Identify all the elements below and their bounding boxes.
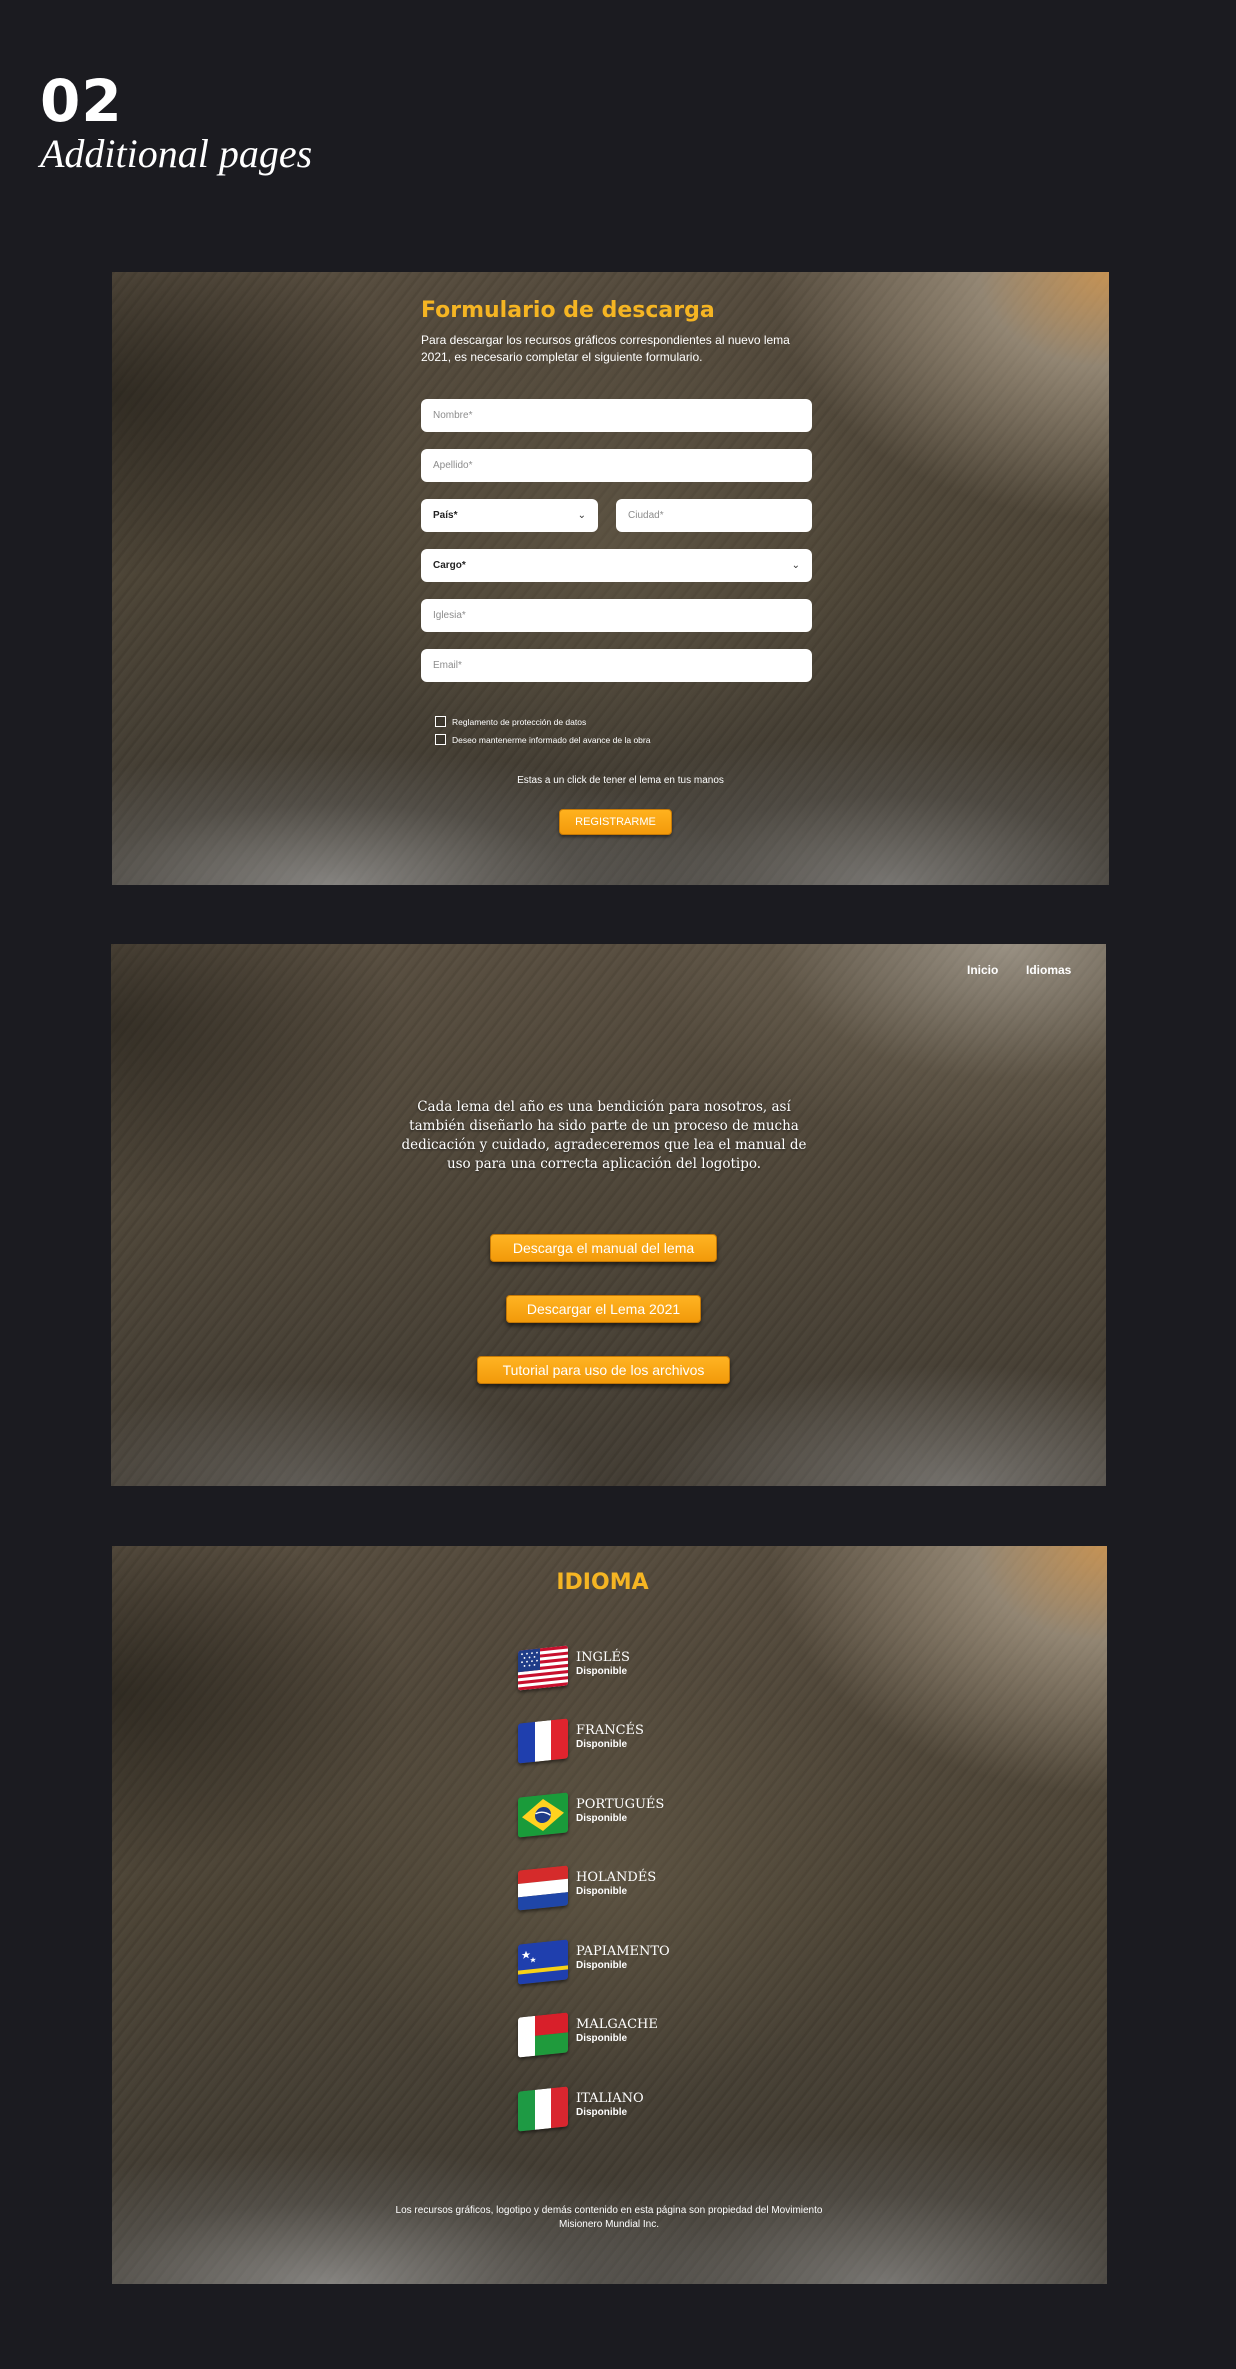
updates-label: Deseo mantenerme informado del avance de… — [452, 734, 651, 745]
email-placeholder: Email* — [433, 660, 462, 671]
language-item-italiano[interactable]: ITALIANO Disponible — [518, 2086, 718, 2137]
language-status: Disponible — [576, 1960, 628, 1971]
language-item-papiamento[interactable]: PAPIAMENTO Disponible — [518, 1939, 718, 1990]
chevron-down-icon: ⌄ — [791, 560, 800, 571]
language-page: IDIOMA INGLÉS Disponible FRANCÉS Disponi… — [112, 1546, 1107, 2284]
privacy-checkbox-row[interactable]: Reglamento de protección de datos — [435, 716, 586, 727]
language-name: ITALIANO — [576, 2091, 644, 2106]
nombre-field[interactable]: Nombre* — [421, 399, 812, 432]
language-name: HOLANDÉS — [576, 1870, 657, 1885]
download-page: Inicio Idiomas Cada lema del año es una … — [111, 944, 1106, 1486]
language-item-holandes[interactable]: HOLANDÉS Disponible — [518, 1865, 718, 1916]
footer-copyright: Los recursos gráficos, logotipo y demás … — [395, 2205, 823, 2230]
language-item-malgache[interactable]: MALGACHE Disponible — [518, 2012, 718, 2063]
flag-italy-icon — [518, 2086, 568, 2132]
flag-netherlands-icon — [518, 1865, 568, 1911]
chevron-down-icon: ⌄ — [577, 510, 586, 521]
ciudad-field[interactable]: Ciudad* — [616, 499, 812, 532]
pais-value: País* — [433, 510, 458, 521]
language-name: PAPIAMENTO — [576, 1944, 670, 1959]
language-status: Disponible — [576, 1666, 628, 1677]
nav-link-inicio[interactable]: Inicio — [967, 963, 998, 977]
flag-france-icon — [518, 1718, 568, 1764]
privacy-label: Reglamento de protección de datos — [452, 716, 587, 727]
language-item-portugues[interactable]: PORTUGUÉS Disponible — [518, 1792, 718, 1843]
cargo-value: Cargo* — [433, 560, 466, 571]
language-status: Disponible — [576, 1886, 628, 1897]
language-name: INGLÉS — [576, 1650, 630, 1665]
apellido-placeholder: Apellido* — [433, 460, 473, 471]
register-button[interactable]: REGISTRARME — [559, 809, 672, 835]
cta-text: Estas a un click de tener el lema en tus… — [517, 775, 724, 786]
updates-checkbox-row[interactable]: Deseo mantenerme informado del avance de… — [435, 734, 650, 745]
privacy-checkbox[interactable] — [435, 716, 446, 727]
section-subtitle: Additional pages — [40, 131, 313, 176]
section-number: 02 — [40, 67, 123, 135]
download-lema-button[interactable]: Descargar el Lema 2021 — [506, 1295, 701, 1323]
language-status: Disponible — [576, 2033, 628, 2044]
language-item-frances[interactable]: FRANCÉS Disponible — [518, 1718, 718, 1769]
iglesia-field[interactable]: Iglesia* — [421, 599, 812, 632]
cargo-select[interactable]: Cargo* ⌄ — [421, 549, 812, 582]
flag-brazil-icon — [518, 1792, 568, 1838]
language-status: Disponible — [576, 1739, 628, 1750]
download-message: Cada lema del año es una bendición para … — [401, 1099, 807, 1172]
apellido-field[interactable]: Apellido* — [421, 449, 812, 482]
iglesia-placeholder: Iglesia* — [433, 610, 466, 621]
flag-usa-icon — [518, 1645, 568, 1691]
updates-checkbox[interactable] — [435, 734, 446, 745]
email-field[interactable]: Email* — [421, 649, 812, 682]
language-title: IDIOMA — [556, 1570, 649, 1595]
pais-select[interactable]: País* ⌄ — [421, 499, 598, 532]
download-manual-button[interactable]: Descarga el manual del lema — [490, 1234, 717, 1262]
download-form-page: Formulario de descarga Para descargar lo… — [112, 272, 1109, 885]
form-title: Formulario de descarga — [421, 298, 715, 323]
language-name: PORTUGUÉS — [576, 1797, 665, 1812]
flag-curacao-icon — [518, 1939, 568, 1985]
language-status: Disponible — [576, 2107, 628, 2118]
language-name: MALGACHE — [576, 2017, 658, 2032]
nav-link-idiomas[interactable]: Idiomas — [1026, 963, 1071, 977]
language-item-ingles[interactable]: INGLÉS Disponible — [518, 1645, 718, 1696]
ciudad-placeholder: Ciudad* — [628, 510, 664, 521]
tutorial-button[interactable]: Tutorial para uso de los archivos — [477, 1356, 730, 1384]
language-name: FRANCÉS — [576, 1723, 644, 1738]
language-status: Disponible — [576, 1813, 628, 1824]
flag-madagascar-icon — [518, 2012, 568, 2058]
nombre-placeholder: Nombre* — [433, 410, 473, 421]
form-description: Para descargar los recursos gráficos cor… — [421, 333, 790, 364]
